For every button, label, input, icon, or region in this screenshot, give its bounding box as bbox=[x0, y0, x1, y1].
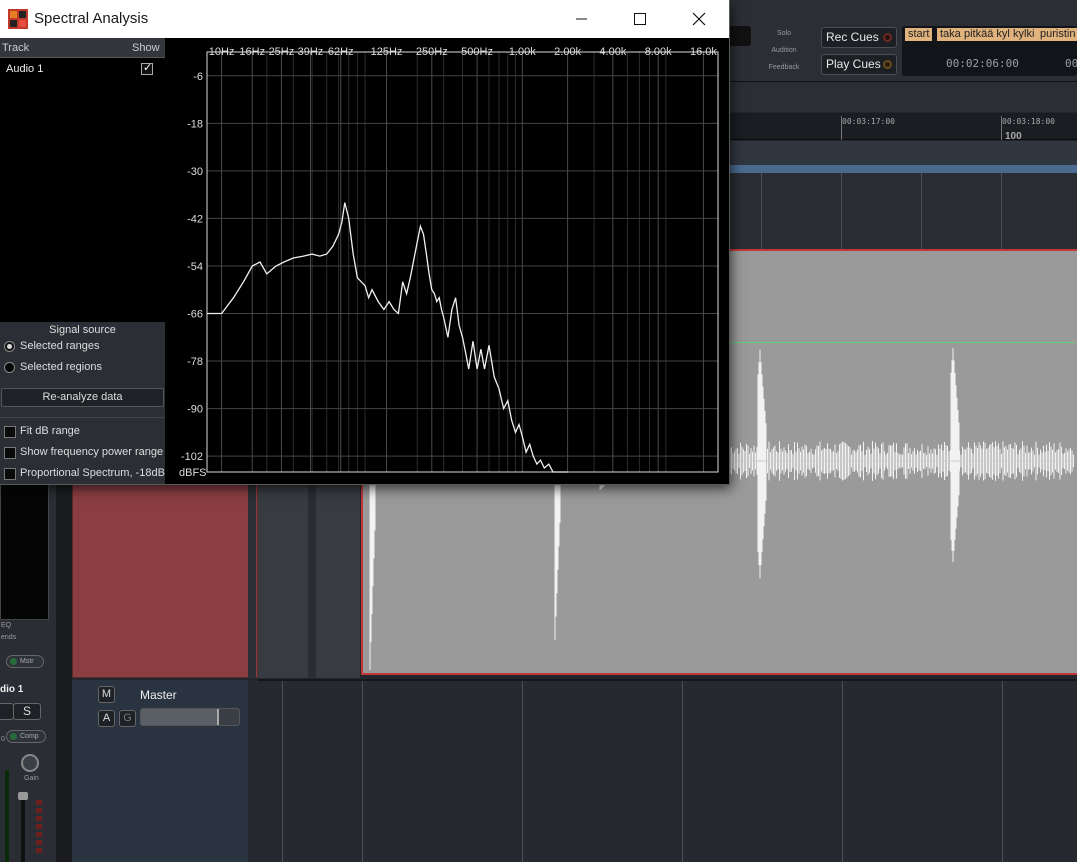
y-tick-label: -102 bbox=[181, 451, 203, 463]
minimize-button[interactable] bbox=[559, 0, 605, 38]
maximize-icon bbox=[634, 13, 646, 25]
y-tick-label: -30 bbox=[187, 166, 203, 178]
grid-line bbox=[522, 680, 523, 862]
window-title: Spectral Analysis bbox=[34, 10, 149, 27]
close-icon bbox=[692, 12, 706, 26]
master-fader-fill bbox=[141, 709, 219, 725]
selected-regions-label[interactable]: Selected regions bbox=[20, 361, 102, 373]
master-track-name[interactable]: Master bbox=[140, 688, 177, 702]
ardour-app-icon bbox=[8, 9, 28, 29]
signal-source-panel: Signal source Selected ranges Selected r… bbox=[0, 322, 165, 484]
y-tick-label: -90 bbox=[187, 404, 203, 416]
grid-line bbox=[842, 680, 843, 862]
master-fader[interactable] bbox=[140, 708, 240, 726]
spectral-sidebar: Track Show Audio 1 Signal source Selecte… bbox=[0, 38, 165, 484]
track-list-header: Track Show bbox=[0, 38, 165, 58]
selected-ranges-label[interactable]: Selected ranges bbox=[20, 340, 100, 352]
show-frequency-power-range-label[interactable]: Show frequency power range bbox=[20, 446, 163, 458]
proportional-spectrum-label[interactable]: Proportional Spectrum, -18dB bbox=[20, 467, 165, 479]
grid-line bbox=[682, 680, 683, 862]
fit-db-range-label[interactable]: Fit dB range bbox=[20, 425, 80, 437]
master-mute-button[interactable]: M bbox=[98, 686, 115, 703]
y-tick-label: -54 bbox=[187, 261, 203, 273]
track-list-item[interactable]: Audio 1 bbox=[0, 60, 165, 80]
master-automation-button[interactable]: A bbox=[98, 710, 115, 727]
fit-db-range-checkbox[interactable] bbox=[4, 426, 16, 438]
close-button[interactable] bbox=[676, 0, 722, 38]
reanalyze-button[interactable]: Re-analyze data bbox=[1, 388, 164, 407]
y-tick-label: -78 bbox=[187, 356, 203, 368]
grid-line bbox=[282, 680, 283, 862]
y-tick-label: -18 bbox=[187, 118, 203, 130]
show-column-header[interactable]: Show bbox=[132, 42, 160, 54]
master-group-button[interactable]: G bbox=[119, 710, 136, 727]
track-show-checkbox[interactable] bbox=[141, 61, 153, 75]
minimize-icon bbox=[576, 18, 587, 20]
grid-line bbox=[1002, 680, 1003, 862]
grid-line bbox=[362, 680, 363, 862]
spectrum-plot[interactable]: -6 -18 -30 -42 -54 -66 -78 -90 -102 10Hz 16Hz 25Hz 3… bbox=[165, 38, 729, 484]
signal-source-title: Signal source bbox=[49, 324, 116, 336]
selected-regions-radio[interactable] bbox=[4, 362, 15, 373]
spectrum-line bbox=[207, 202, 568, 473]
y-tick-label: -66 bbox=[187, 309, 203, 321]
track-column-header[interactable]: Track bbox=[2, 42, 29, 54]
spectral-analysis-window: Spectral Analysis Track Show Audio 1 Sig… bbox=[0, 0, 729, 484]
selected-ranges-radio[interactable] bbox=[4, 341, 15, 352]
track-separator bbox=[258, 679, 1077, 681]
window-titlebar[interactable]: Spectral Analysis bbox=[0, 0, 729, 38]
y-axis-unit-label: dBFS bbox=[179, 467, 207, 479]
track-name: Audio 1 bbox=[6, 63, 44, 75]
maximize-button[interactable] bbox=[617, 0, 663, 38]
proportional-spectrum-checkbox[interactable] bbox=[4, 468, 16, 480]
y-tick-label: -42 bbox=[187, 213, 203, 225]
y-tick-label: -6 bbox=[193, 71, 203, 83]
divider bbox=[0, 417, 165, 418]
show-frequency-power-range-checkbox[interactable] bbox=[4, 447, 16, 459]
spectrum-chart: -6-18-30-42-54-66-78-90-10210Hz 16Hz 25Hz 3… bbox=[179, 46, 719, 479]
